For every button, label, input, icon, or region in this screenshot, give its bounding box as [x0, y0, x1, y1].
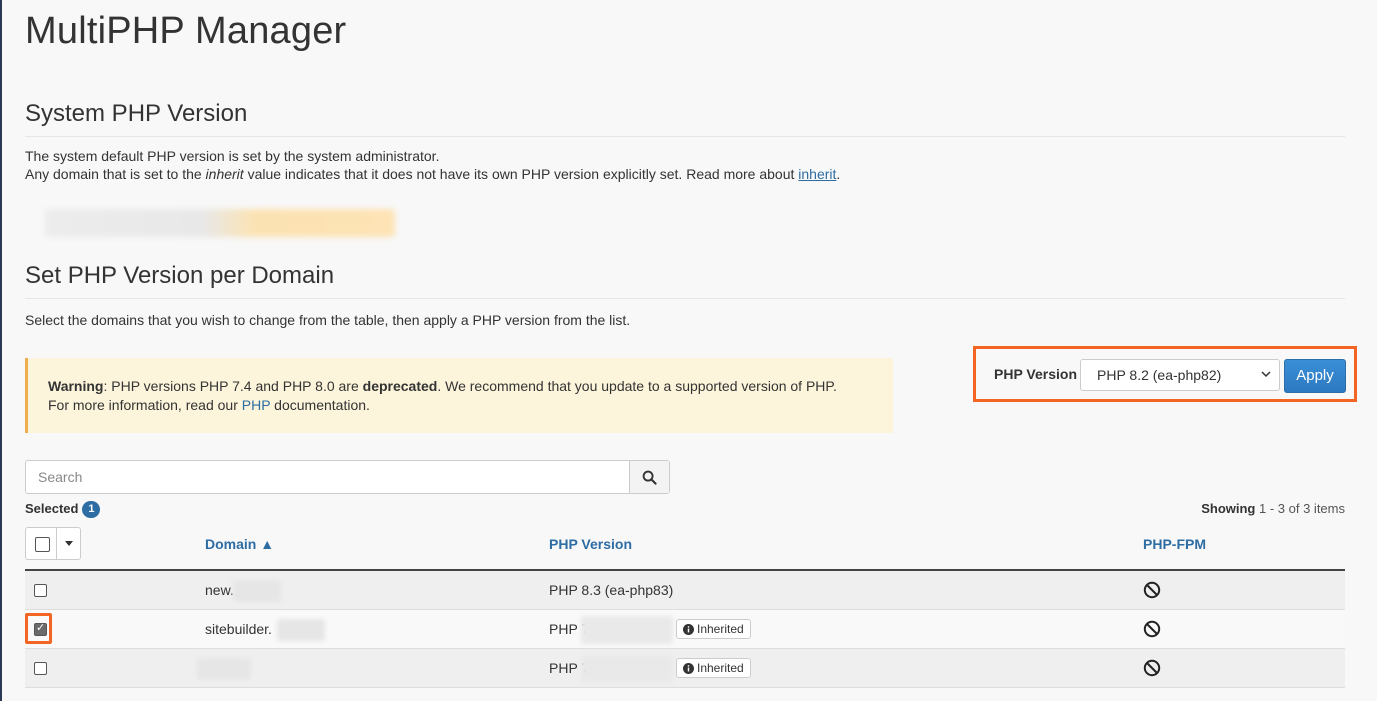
- domain-redacted: [233, 580, 281, 602]
- php-version-redacted: [581, 616, 673, 644]
- search-icon: [642, 470, 657, 485]
- divider: [25, 298, 1345, 299]
- chevron-down-icon: [1261, 371, 1271, 378]
- select-all-checkbox[interactable]: [35, 537, 50, 552]
- column-header-php-fpm[interactable]: PHP-FPM: [1143, 536, 1206, 552]
- ban-icon: [1143, 620, 1161, 638]
- search-box: Search: [25, 460, 670, 494]
- domain-redacted: [197, 658, 251, 680]
- row-checkbox[interactable]: [34, 662, 47, 675]
- page-title: MultiPHP Manager: [25, 10, 347, 52]
- selected-badge: 1: [82, 501, 101, 518]
- showing-info: Showing 1 - 3 of 3 items: [1201, 501, 1345, 516]
- info-circle-icon: [683, 623, 694, 635]
- search-button[interactable]: [629, 461, 669, 493]
- apply-button[interactable]: Apply: [1284, 359, 1346, 393]
- system-php-version-redacted: [45, 209, 395, 237]
- inherited-badge: Inherited: [676, 619, 751, 639]
- divider: [25, 136, 1345, 137]
- per-domain-title: Set PHP Version per Domain: [25, 262, 335, 289]
- row-checkbox[interactable]: [34, 621, 47, 636]
- ban-icon: [1143, 581, 1161, 599]
- table-row[interactable]: new. PHP 8.3 (ea-php83): [25, 571, 1345, 610]
- system-php-title: System PHP Version: [25, 100, 248, 127]
- php-docs-link[interactable]: PHP: [242, 397, 271, 413]
- row-checkbox[interactable]: [34, 584, 47, 597]
- info-circle-icon: [683, 662, 694, 674]
- php-version-label: PHP Version: [994, 366, 1078, 382]
- caret-down-icon[interactable]: [65, 541, 73, 546]
- search-input[interactable]: Search: [38, 469, 82, 485]
- system-description: The system default PHP version is set by…: [25, 147, 840, 183]
- per-domain-description: Select the domains that you wish to chan…: [25, 312, 631, 328]
- domain-cell: sitebuilder.: [205, 621, 272, 637]
- system-desc-line1: The system default PHP version is set by…: [25, 148, 440, 164]
- table-row[interactable]: PHP 7 Inherited: [25, 649, 1345, 688]
- ban-icon: [1143, 659, 1161, 677]
- bulk-select-control[interactable]: [25, 527, 81, 560]
- domain-cell: new.: [205, 582, 234, 598]
- php-version-cell: PHP 8.3 (ea-php83): [549, 582, 674, 598]
- inherit-link[interactable]: inherit: [798, 166, 836, 182]
- selected-count: Selected 1: [25, 501, 101, 518]
- left-edge-rule: [0, 0, 2, 701]
- php-version-control: PHP Version PHP 8.2 (ea-php82) Apply: [973, 346, 1357, 402]
- deprecation-warning: Warning: PHP versions PHP 7.4 and PHP 8.…: [25, 358, 893, 433]
- domain-redacted: [277, 619, 325, 641]
- column-header-domain[interactable]: Domain ▲: [205, 536, 274, 552]
- php-version-redacted: [581, 655, 673, 683]
- php-version-select[interactable]: PHP 8.2 (ea-php82): [1080, 359, 1280, 391]
- table-row[interactable]: sitebuilder. PHP 7 Inherited: [25, 610, 1345, 649]
- inherited-badge: Inherited: [676, 658, 751, 678]
- system-desc-line2: Any domain that is set to the inherit va…: [25, 166, 841, 182]
- column-header-php-version[interactable]: PHP Version: [549, 536, 632, 552]
